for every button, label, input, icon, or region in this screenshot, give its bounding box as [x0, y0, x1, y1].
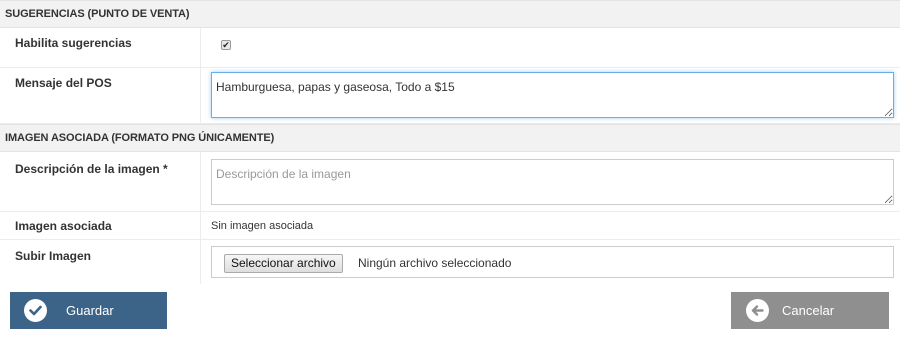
section-header-image: IMAGEN ASOCIADA (FORMATO PNG ÚNICAMENTE): [0, 124, 900, 152]
associated-image-label: Imagen asociada: [15, 219, 112, 233]
upload-image-label: Subir Imagen: [15, 249, 92, 263]
arrow-left-circle-icon: [746, 299, 769, 322]
enable-suggestions-value: ✔: [200, 28, 900, 67]
save-button-label: Guardar: [66, 303, 114, 318]
associated-image-status: Sin imagen asociada: [211, 220, 314, 232]
file-status-text: Ningún archivo seleccionado: [358, 256, 512, 270]
image-description-label: Descripción de la imagen *: [15, 162, 168, 176]
pos-message-value: Hamburguesa, papas y gaseosa, Todo a $15: [200, 68, 900, 123]
cancel-button[interactable]: Cancelar: [731, 292, 889, 329]
save-button[interactable]: Guardar: [10, 292, 167, 329]
associated-image-value: Sin imagen asociada: [200, 212, 900, 239]
select-file-button[interactable]: Seleccionar archivo: [224, 254, 343, 273]
row-pos-message: Mensaje del POS Hamburguesa, papas y gas…: [0, 68, 900, 124]
image-description-value: [200, 152, 900, 211]
pos-message-label: Mensaje del POS: [15, 76, 112, 90]
row-enable-suggestions: Habilita sugerencias ✔: [0, 28, 900, 68]
cancel-button-label: Cancelar: [782, 303, 835, 318]
upload-image-value: Seleccionar archivo Ningún archivo selec…: [200, 240, 900, 284]
file-input[interactable]: Seleccionar archivo Ningún archivo selec…: [211, 246, 894, 278]
checkmark-icon: ✔: [222, 40, 230, 50]
check-circle-icon: [24, 299, 47, 322]
image-description-textarea[interactable]: [211, 159, 894, 205]
row-associated-image: Imagen asociada Sin imagen asociada: [0, 212, 900, 240]
pos-message-textarea[interactable]: Hamburguesa, papas y gaseosa, Todo a $15: [211, 72, 894, 118]
row-upload-image: Subir Imagen Seleccionar archivo Ningún …: [0, 240, 900, 284]
enable-suggestions-label: Habilita sugerencias: [15, 36, 132, 50]
section-header-suggestions: SUGERENCIAS (PUNTO DE VENTA): [0, 0, 900, 28]
enable-suggestions-checkbox[interactable]: ✔: [221, 40, 231, 50]
row-image-description: Descripción de la imagen *: [0, 152, 900, 212]
